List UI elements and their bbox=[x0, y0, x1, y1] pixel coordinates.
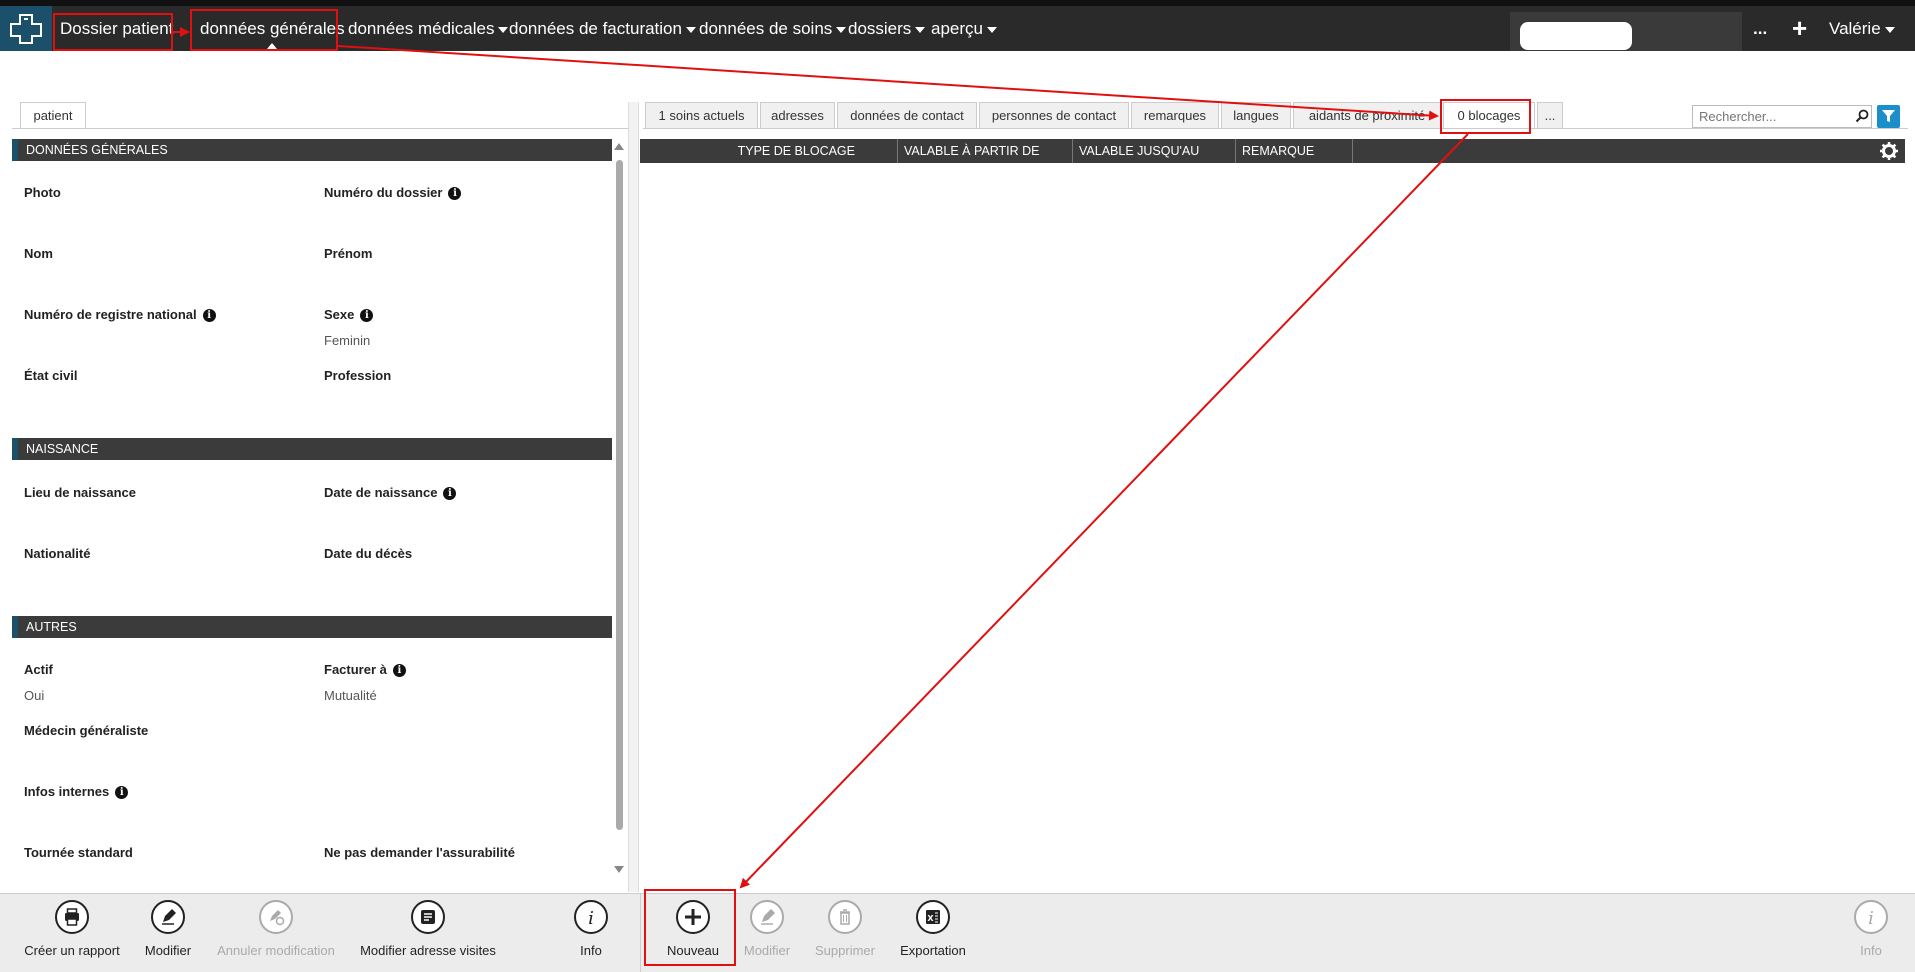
app-window: Dossier patient données générales donnée… bbox=[0, 0, 1915, 972]
excel-icon: X bbox=[916, 900, 950, 934]
field-label-prenom: Prénom bbox=[324, 246, 373, 261]
svg-text:X: X bbox=[927, 914, 934, 923]
undo-pencil-icon bbox=[259, 900, 293, 934]
app-logo-icon[interactable] bbox=[0, 6, 52, 51]
edit-visit-address-button[interactable]: Modifier adresse visites bbox=[356, 900, 500, 958]
svg-text:i: i bbox=[588, 908, 594, 929]
chevron-down-icon bbox=[915, 26, 926, 33]
scroll-up-icon[interactable] bbox=[614, 143, 624, 150]
nav-donnees-de-soins[interactable]: données de soins bbox=[699, 6, 847, 51]
tab-remarques[interactable]: remarques bbox=[1131, 102, 1219, 129]
nav-donnees-medicales[interactable]: données médicales bbox=[348, 6, 509, 51]
info-icon[interactable]: i bbox=[448, 187, 462, 200]
search-icon[interactable] bbox=[1855, 109, 1869, 123]
field-label-nationalite: Nationalité bbox=[24, 546, 91, 561]
field-value-facturer-a: Mutualité bbox=[324, 688, 377, 703]
trash-icon bbox=[828, 900, 862, 934]
add-button[interactable]: + bbox=[1792, 6, 1807, 51]
tab-divider bbox=[643, 128, 1908, 129]
tab-adresses[interactable]: adresses bbox=[760, 102, 835, 129]
annotation-box-nouveau bbox=[644, 889, 736, 966]
filter-button[interactable] bbox=[1877, 105, 1900, 128]
global-search-input[interactable] bbox=[1520, 22, 1632, 50]
field-label-sexe: Sexe i bbox=[324, 307, 374, 322]
address-edit-icon bbox=[411, 900, 445, 934]
section-header-donnees-generales: DONNÉES GÉNÉRALES bbox=[12, 139, 612, 161]
patient-details-panel[interactable]: DONNÉES GÉNÉRALES Photo Numéro du dossie… bbox=[12, 139, 612, 879]
printer-icon bbox=[55, 900, 89, 934]
toolbar-divider bbox=[640, 893, 641, 972]
section-header-autres: AUTRES bbox=[12, 616, 612, 638]
info-icon: i bbox=[1854, 900, 1888, 934]
column-valable-jusqu-au[interactable]: VALABLE JUSQU'AU bbox=[1073, 139, 1236, 163]
field-label-tournee-standard: Tournée standard bbox=[24, 845, 133, 860]
pencil-icon bbox=[750, 900, 784, 934]
field-label-date-naissance: Date de naissance i bbox=[324, 485, 457, 500]
nav-dossiers[interactable]: dossiers bbox=[848, 6, 926, 51]
export-button[interactable]: X Exportation bbox=[895, 900, 971, 958]
user-menu[interactable]: Valérie bbox=[1829, 6, 1895, 51]
field-label-nom: Nom bbox=[24, 246, 53, 261]
field-label-photo: Photo bbox=[24, 185, 61, 200]
info-icon[interactable]: i bbox=[360, 309, 374, 322]
tab-patient[interactable]: patient bbox=[20, 102, 86, 129]
chevron-down-icon bbox=[986, 26, 997, 33]
tab-donnees-de-contact[interactable]: données de contact bbox=[837, 102, 977, 129]
field-label-etat-civil: État civil bbox=[24, 368, 78, 383]
tab-more[interactable]: ... bbox=[1537, 102, 1563, 129]
field-label-medecin-generaliste: Médecin généraliste bbox=[24, 723, 149, 738]
tab-langues[interactable]: langues bbox=[1221, 102, 1291, 129]
field-label-ne-pas-demander-assurabilite: Ne pas demander l'assurabilité bbox=[324, 845, 515, 860]
tab-personnes-de-contact[interactable]: personnes de contact bbox=[979, 102, 1129, 129]
svg-text:i: i bbox=[1868, 908, 1874, 929]
field-label-facturer-a: Facturer ài bbox=[324, 662, 406, 677]
modify-button[interactable]: Modifier bbox=[737, 900, 797, 958]
chevron-down-icon bbox=[685, 26, 696, 33]
pencil-icon bbox=[151, 900, 185, 934]
scroll-down-icon[interactable] bbox=[614, 866, 624, 873]
more-menu-button[interactable]: ... bbox=[1753, 6, 1767, 51]
section-header-naissance: NAISSANCE bbox=[12, 438, 612, 460]
info-icon[interactable]: i bbox=[115, 786, 129, 799]
edit-button[interactable]: Modifier bbox=[133, 900, 203, 958]
field-label-infos-internes: Infos internes i bbox=[24, 784, 129, 799]
tab-aidants-de-proximite[interactable]: aidants de proximité bbox=[1293, 102, 1441, 129]
field-label-date-deces: Date du décès bbox=[324, 546, 413, 561]
field-value-actif: Oui bbox=[24, 688, 45, 703]
info-icon[interactable]: i bbox=[202, 309, 216, 322]
filter-icon bbox=[1882, 110, 1895, 122]
field-label-actif: Actif bbox=[24, 662, 53, 677]
cancel-modification-button[interactable]: Annuler modification bbox=[212, 900, 340, 958]
info-icon: i bbox=[574, 900, 608, 934]
chevron-down-icon bbox=[1884, 26, 1895, 33]
nav-apercu[interactable]: aperçu bbox=[931, 6, 997, 51]
delete-button[interactable]: Supprimer bbox=[810, 900, 880, 958]
column-valable-a-partir-de[interactable]: VALABLE À PARTIR DE bbox=[898, 139, 1073, 163]
field-label-numero-dossier: Numéro du dossier i bbox=[324, 185, 462, 200]
annotation-box-dossier-patient bbox=[53, 13, 173, 51]
tab-divider bbox=[12, 128, 628, 129]
gear-icon[interactable] bbox=[1879, 141, 1899, 161]
grid-search-input[interactable] bbox=[1692, 105, 1872, 128]
info-button-right[interactable]: i Info bbox=[1848, 900, 1894, 958]
info-icon[interactable]: i bbox=[392, 664, 406, 677]
field-value-sexe: Feminin bbox=[324, 333, 371, 348]
arrow-to-nouveau bbox=[739, 133, 1469, 889]
create-report-button[interactable]: Créer un rapport bbox=[20, 900, 124, 958]
panel-splitter[interactable] bbox=[628, 102, 639, 892]
tab-soins-actuels[interactable]: 1 soins actuels bbox=[645, 102, 758, 129]
field-label-profession: Profession bbox=[324, 368, 392, 383]
column-remarque[interactable]: REMARQUE bbox=[1236, 139, 1353, 163]
info-icon[interactable]: i bbox=[443, 487, 457, 500]
nav-donnees-de-facturation[interactable]: données de facturation bbox=[509, 6, 696, 51]
chevron-down-icon bbox=[498, 26, 509, 33]
chevron-down-icon bbox=[836, 26, 847, 33]
field-label-lieu-naissance: Lieu de naissance bbox=[24, 485, 136, 500]
annotation-box-blocages bbox=[1440, 99, 1531, 134]
annotation-box-donnees-generales bbox=[190, 9, 338, 51]
field-label-registre-national: Numéro de registre national i bbox=[24, 307, 216, 322]
column-type-de-blocage[interactable]: TYPE DE BLOCAGE bbox=[640, 139, 898, 163]
scrollbar-thumb[interactable] bbox=[616, 160, 623, 830]
info-button[interactable]: i Info bbox=[566, 900, 616, 958]
